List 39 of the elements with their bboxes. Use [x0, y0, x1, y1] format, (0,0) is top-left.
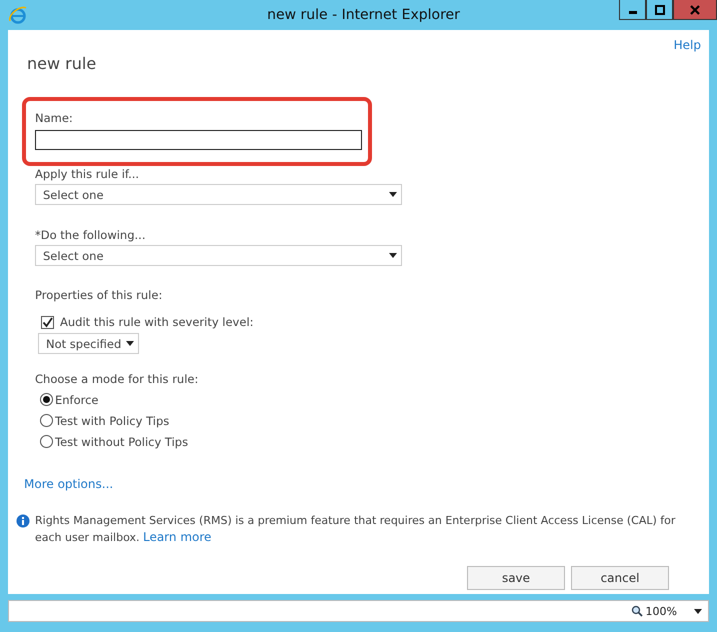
severity-dropdown[interactable]: Not specified [38, 333, 139, 354]
field-label: Name: [35, 111, 74, 125]
section-label: Choose a mode for this rule: [35, 372, 198, 386]
minimize-button[interactable] [619, 0, 646, 20]
section-label: Properties of this rule: [35, 288, 162, 302]
dialog-button[interactable]: cancel [571, 566, 669, 590]
browser-logo-icon [8, 5, 28, 25]
select-dropdown[interactable]: Select one [35, 184, 402, 205]
notice-text: Rights Management Services (RMS) is a premium feature that requires an Enterprise Client Access License (CAL) for each user mailbox. Learn more [35, 513, 676, 546]
radio-label: Test with Policy Tips [55, 414, 170, 428]
caret-icon [126, 341, 134, 346]
minimize-icon [628, 10, 636, 14]
dialog-button[interactable]: save [467, 566, 565, 590]
close-button[interactable] [673, 0, 717, 20]
window-title: new rule - Internet Explorer [266, 7, 461, 23]
name-input[interactable] [35, 130, 362, 150]
help-link[interactable]: Help [674, 38, 701, 52]
radio-button[interactable] [40, 393, 53, 406]
radio-button[interactable] [40, 435, 53, 448]
maximize-button[interactable] [646, 0, 673, 20]
checkbox-label: Audit this rule with severity level: [60, 315, 254, 329]
radio-button[interactable] [40, 414, 53, 427]
caret-icon[interactable] [694, 608, 702, 614]
select-dropdown[interactable]: Select one [35, 245, 402, 266]
page-title: new rule [27, 54, 98, 73]
learn-more-link[interactable]: Learn more [142, 530, 212, 544]
caret-icon [389, 253, 397, 258]
field-label: *Do the following... [35, 228, 146, 242]
field-label: Apply this rule if... [35, 167, 140, 181]
zoom-level[interactable]: 100% [646, 604, 677, 618]
checkbox[interactable] [41, 316, 54, 328]
radio-label: Test without Policy Tips [55, 434, 188, 448]
close-icon [690, 4, 700, 14]
maximize-icon [654, 4, 664, 14]
radio-label: Enforce [55, 392, 99, 406]
info-icon [16, 514, 30, 528]
caret-icon [389, 192, 397, 197]
more-options-link[interactable]: More options... [24, 477, 114, 491]
zoom-icon [630, 605, 643, 617]
